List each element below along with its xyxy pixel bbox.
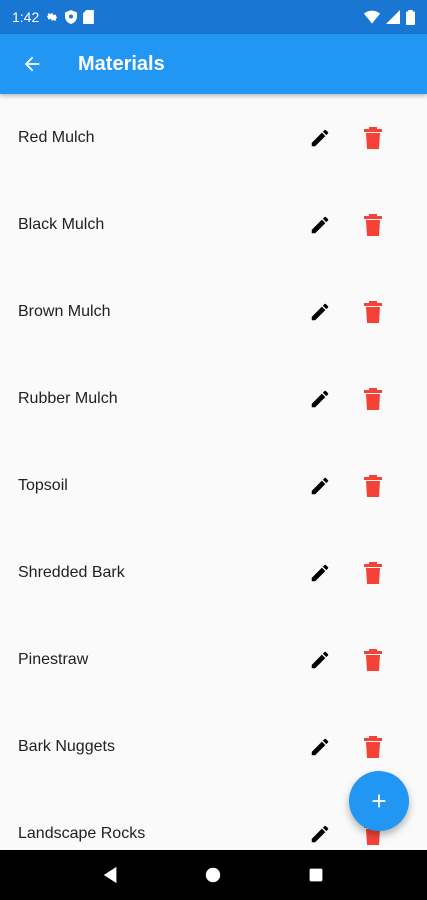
signal-icon [386,10,400,24]
delete-button[interactable] [359,211,387,239]
edit-button[interactable] [306,298,334,326]
material-label: Black Mulch [18,215,105,233]
sd-card-icon [83,10,95,24]
plus-icon [372,794,386,808]
status-right [364,9,415,25]
delete-button[interactable] [359,385,387,413]
nav-home-button[interactable] [193,855,233,895]
pencil-icon [309,649,331,671]
back-button[interactable] [12,44,52,84]
materials-list: Red Mulch Black Mulch Brown Mulch Rubber Mu… [0,94,427,850]
edit-button[interactable] [306,646,334,674]
shield-icon [65,10,78,24]
app-bar: Materials [0,34,427,94]
pencil-icon [309,388,331,410]
edit-button[interactable] [306,820,334,848]
status-time: 1:42 [12,9,40,25]
recents-square-icon [309,868,323,882]
material-label: Shredded Bark [18,563,125,581]
edit-button[interactable] [306,472,334,500]
nav-recents-button[interactable] [296,855,336,895]
material-label: Red Mulch [18,128,95,146]
trash-icon [363,648,383,671]
trash-icon [363,735,383,758]
list-item: Red Mulch [0,94,427,181]
edit-button[interactable] [306,733,334,761]
list-item: Rubber Mulch [0,355,427,442]
trash-icon [363,213,383,236]
material-label: Topsoil [18,476,68,494]
add-material-button[interactable] [349,771,409,831]
edit-button[interactable] [306,211,334,239]
wifi-icon [364,10,380,24]
pencil-icon [309,475,331,497]
home-circle-icon [206,867,221,883]
pencil-icon [309,127,331,149]
settings-icon [45,10,59,24]
pencil-icon [309,214,331,236]
delete-button[interactable] [359,472,387,500]
list-item: Black Mulch [0,181,427,268]
trash-icon [363,474,383,497]
trash-icon [363,126,383,149]
edit-button[interactable] [306,385,334,413]
delete-button[interactable] [359,298,387,326]
page-title: Materials [78,52,165,75]
delete-button[interactable] [359,559,387,587]
pencil-icon [309,823,331,845]
edit-button[interactable] [306,559,334,587]
trash-icon [363,387,383,410]
material-label: Bark Nuggets [18,737,115,755]
material-label: Rubber Mulch [18,389,118,407]
edit-button[interactable] [306,124,334,152]
list-item: Topsoil [0,442,427,529]
status-left: 1:42 [12,9,95,25]
pencil-icon [309,301,331,323]
trash-icon [363,561,383,584]
material-label: Landscape Rocks [18,824,146,842]
delete-button[interactable] [359,124,387,152]
nav-back-button[interactable] [91,855,131,895]
list-item: Shredded Bark [0,529,427,616]
status-bar: 1:42 [0,0,427,34]
back-triangle-icon [103,866,117,884]
pencil-icon [309,736,331,758]
arrow-back-icon [24,56,40,72]
list-item: Brown Mulch [0,268,427,355]
trash-icon [363,300,383,323]
material-label: Brown Mulch [18,302,111,320]
list-item: Pinestraw [0,616,427,703]
delete-button[interactable] [359,646,387,674]
delete-button[interactable] [359,733,387,761]
material-label: Pinestraw [18,650,89,668]
system-nav-bar [0,850,427,900]
pencil-icon [309,562,331,584]
battery-icon [406,9,415,25]
